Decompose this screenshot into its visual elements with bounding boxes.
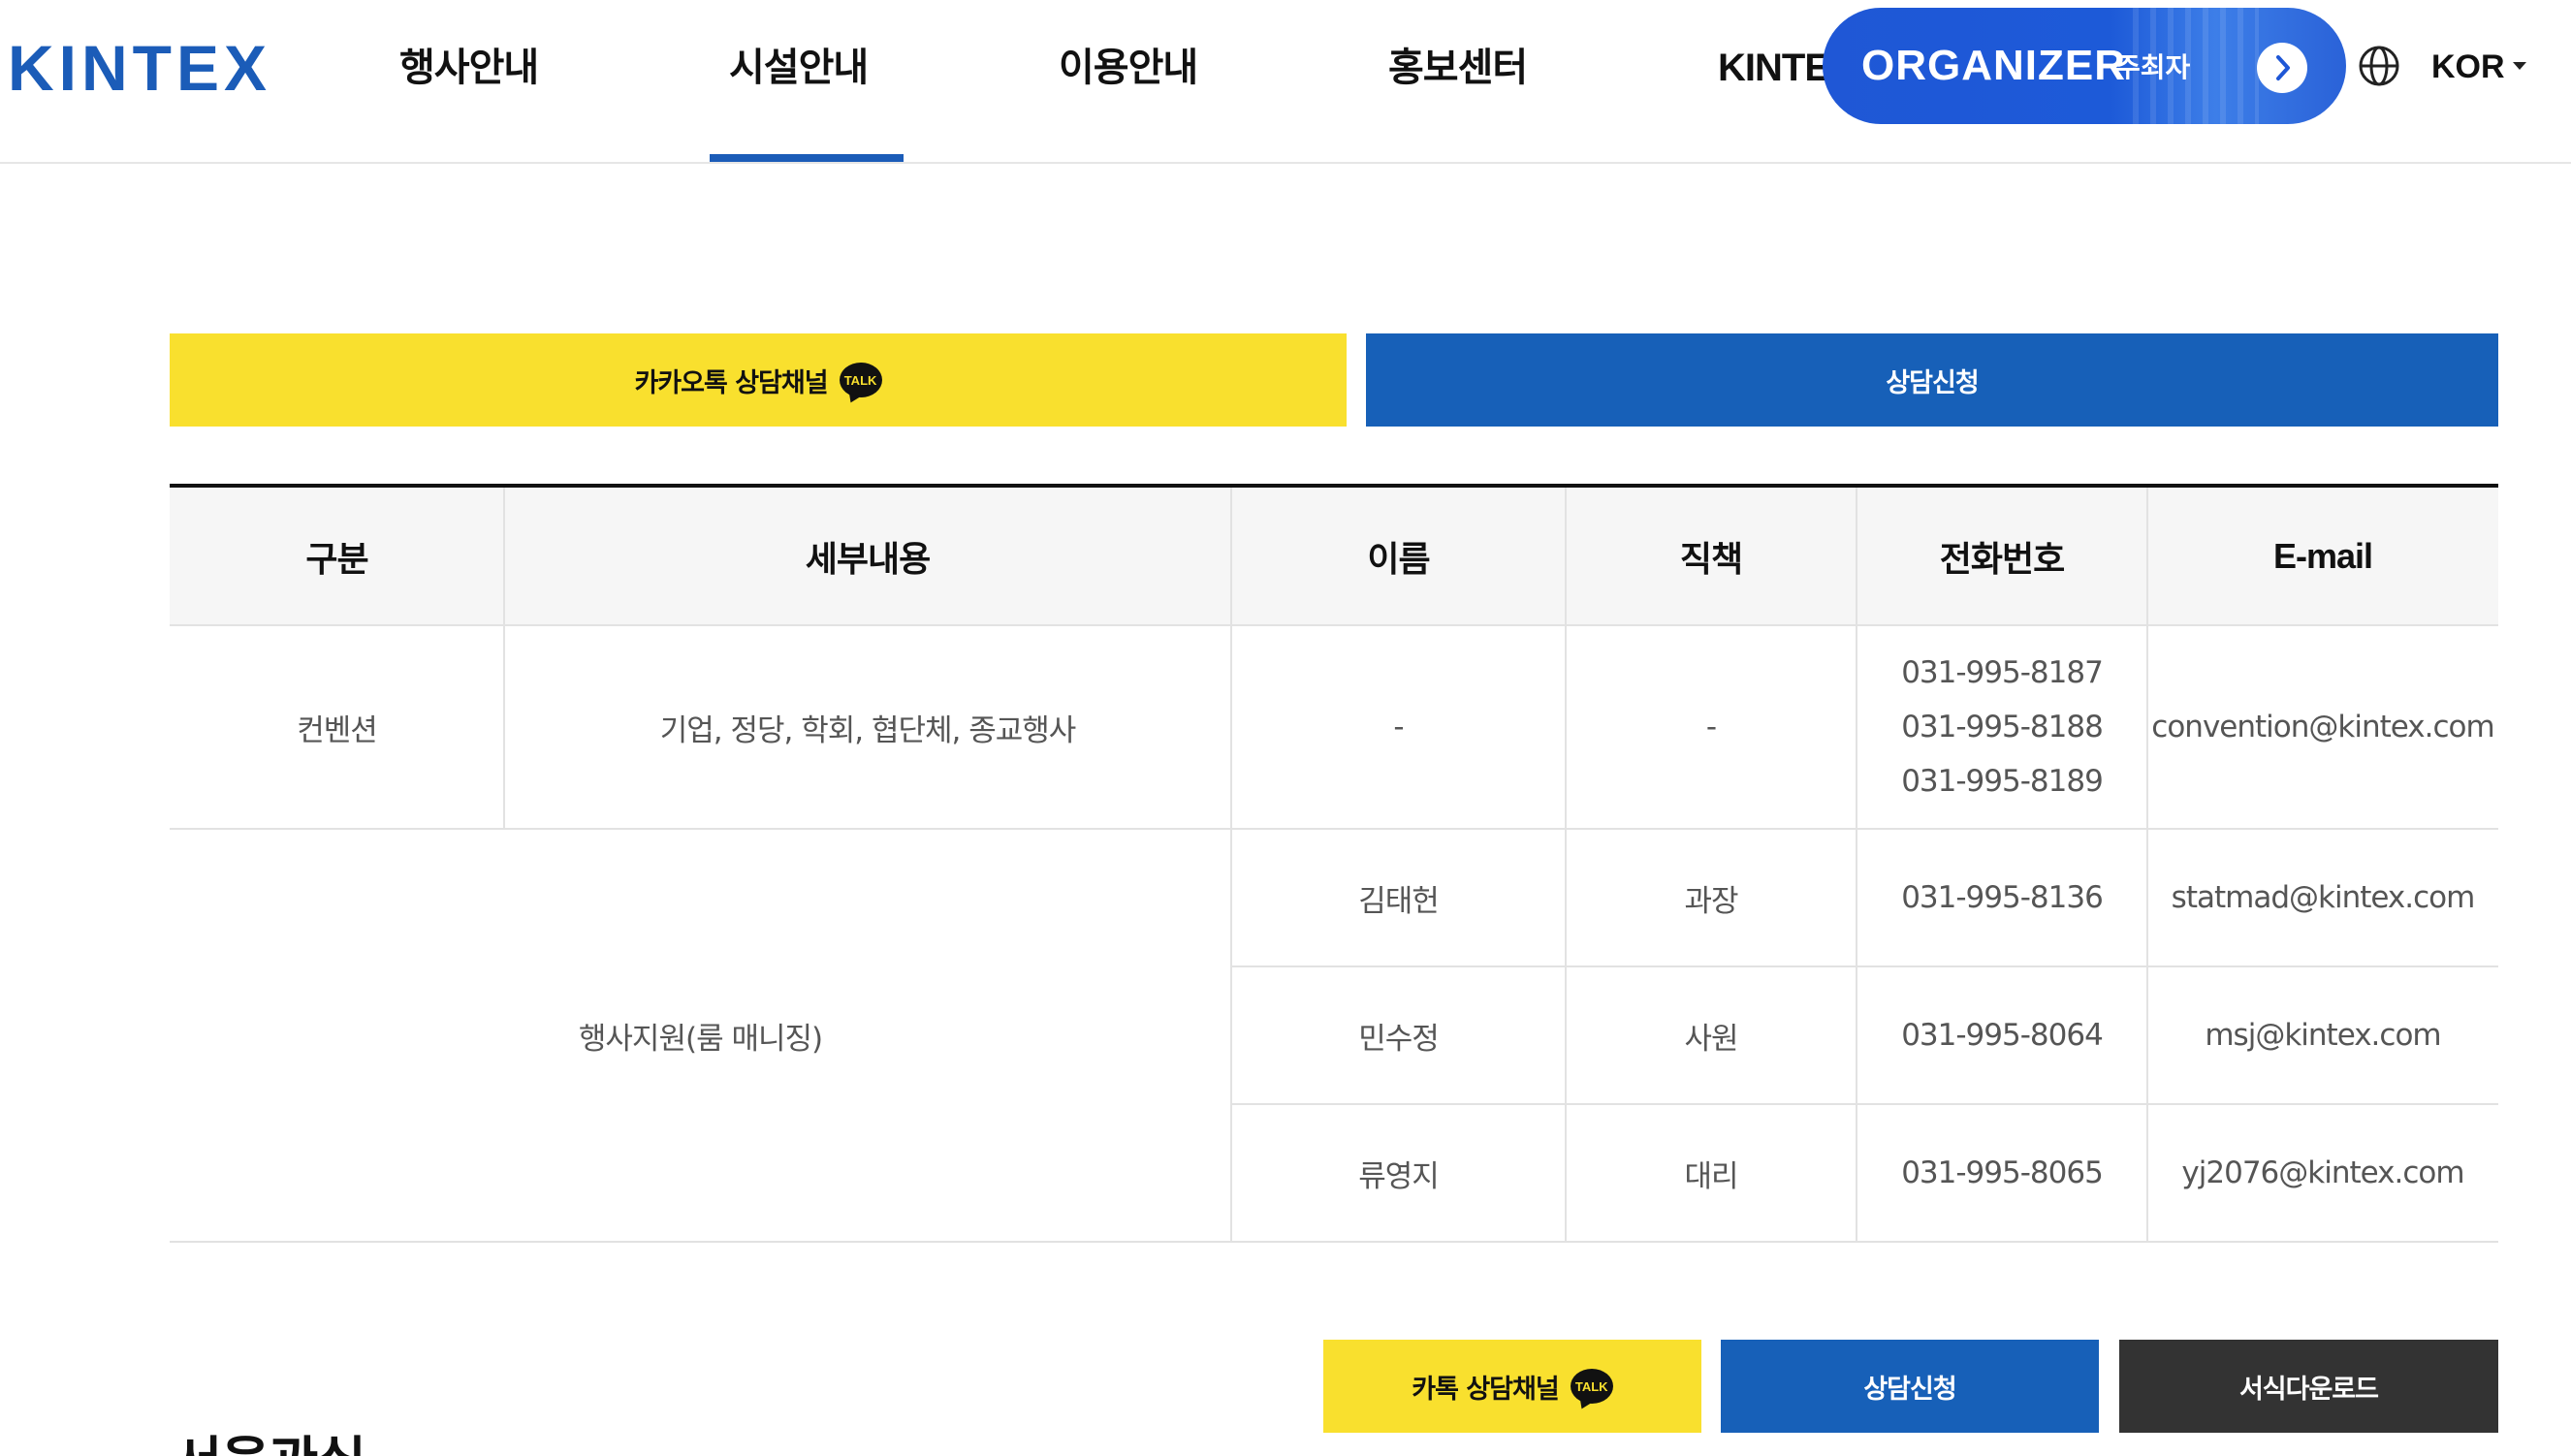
table-divider	[170, 624, 2498, 626]
organizer-button[interactable]: ORGANIZER 주최자	[1823, 8, 2346, 124]
consult-request-button[interactable]: 상담신청	[1366, 333, 2498, 427]
col-header-category: 구분	[170, 488, 504, 624]
phone-number: 031-995-8188	[1901, 710, 2104, 744]
phone-number: 031-995-8189	[1901, 764, 2104, 799]
table-bottom-border	[170, 1241, 2498, 1243]
kakao-channel-button-small[interactable]: 카톡 상담채널 TALK	[1323, 1340, 1701, 1433]
cell-convention-position: -	[1705, 710, 1717, 744]
nav-item-pr-center[interactable]: 홍보센터	[1388, 39, 1528, 97]
language-selector[interactable]: KOR	[2431, 41, 2505, 93]
nav-item-usage[interactable]: 이용안내	[1059, 39, 1198, 97]
table-divider	[1231, 1103, 2498, 1105]
cell-staff-phone: 031-995-8065	[1901, 1155, 2104, 1190]
phone-number: 031-995-8187	[1901, 655, 2104, 690]
nav-item-kintex[interactable]: KINTEX	[1716, 39, 1825, 97]
chevron-right-icon	[2257, 43, 2307, 93]
cell-staff-email: msj@kintex.com	[2205, 1018, 2441, 1053]
site-header: KINTEX 행사안내 시설안내 이용안내 홍보센터 KINTEX ORGANI…	[0, 0, 2571, 164]
cell-convention-category: 컨벤션	[297, 712, 378, 748]
consult-request-label: 상담신청	[1863, 1374, 1956, 1405]
col-header-phone: 전화번호	[1857, 488, 2147, 624]
kakao-channel-label: 카카오톡 상담채널	[634, 367, 828, 398]
cell-event-support-category: 행사지원(룸 매니징)	[578, 1021, 823, 1057]
table-divider	[170, 828, 2498, 830]
form-download-button[interactable]: 서식다운로드	[2119, 1340, 2498, 1433]
cell-staff-position: 사원	[1684, 1021, 1738, 1057]
col-header-name: 이름	[1231, 488, 1566, 624]
caret-down-icon[interactable]	[2513, 62, 2526, 70]
table-divider	[1231, 965, 2498, 967]
kakao-channel-label: 카톡 상담채널	[1412, 1374, 1559, 1405]
table-divider	[1565, 488, 1567, 1241]
cell-staff-position: 과장	[1684, 883, 1738, 919]
consult-request-button-small[interactable]: 상담신청	[1721, 1340, 2099, 1433]
cell-convention-detail: 기업, 정당, 학회, 협단체, 종교행사	[659, 712, 1077, 748]
cell-staff-name: 김태헌	[1358, 883, 1440, 919]
cell-convention-phones: 031-995-8187 031-995-8188 031-995-8189	[1857, 626, 2147, 828]
cell-staff-email: statmad@kintex.com	[2171, 880, 2476, 915]
col-header-position: 직책	[1566, 488, 1857, 624]
table-divider	[1856, 488, 1857, 1241]
cell-convention-name: -	[1393, 710, 1404, 744]
nav-active-indicator	[710, 154, 904, 162]
kintex-logo[interactable]: KINTEX	[8, 29, 271, 107]
cell-staff-name: 류영지	[1358, 1158, 1440, 1194]
table-divider	[1230, 488, 1232, 1241]
kakao-talk-icon: TALK	[1570, 1369, 1613, 1404]
table-divider	[2146, 488, 2148, 1241]
cell-staff-name: 민수정	[1358, 1021, 1440, 1057]
kakao-channel-button[interactable]: 카카오톡 상담채널 TALK	[170, 333, 1347, 427]
organizer-title: ORGANIZER	[1861, 42, 2126, 89]
kakao-talk-icon: TALK	[839, 363, 882, 397]
table-divider	[503, 488, 505, 828]
cell-staff-phone: 031-995-8136	[1901, 880, 2104, 915]
cell-staff-email: yj2076@kintex.com	[2181, 1155, 2464, 1190]
nav-item-kintex-label: KINTEX	[1718, 47, 1825, 89]
form-download-label: 서식다운로드	[2238, 1374, 2379, 1405]
globe-icon[interactable]	[2358, 45, 2400, 87]
consult-request-label: 상담신청	[1886, 367, 1979, 398]
next-section-title: 서울관실	[173, 1433, 365, 1456]
col-header-detail: 세부내용	[504, 488, 1231, 624]
cell-staff-position: 대리	[1684, 1158, 1738, 1194]
cell-staff-phone: 031-995-8064	[1901, 1018, 2104, 1053]
cell-convention-email: convention@kintex.com	[2151, 710, 2494, 744]
nav-item-facilities[interactable]: 시설안내	[729, 39, 869, 97]
nav-item-events[interactable]: 행사안내	[399, 39, 539, 97]
col-header-email: E-mail	[2147, 488, 2498, 624]
organizer-subtitle: 주최자	[2115, 51, 2191, 83]
